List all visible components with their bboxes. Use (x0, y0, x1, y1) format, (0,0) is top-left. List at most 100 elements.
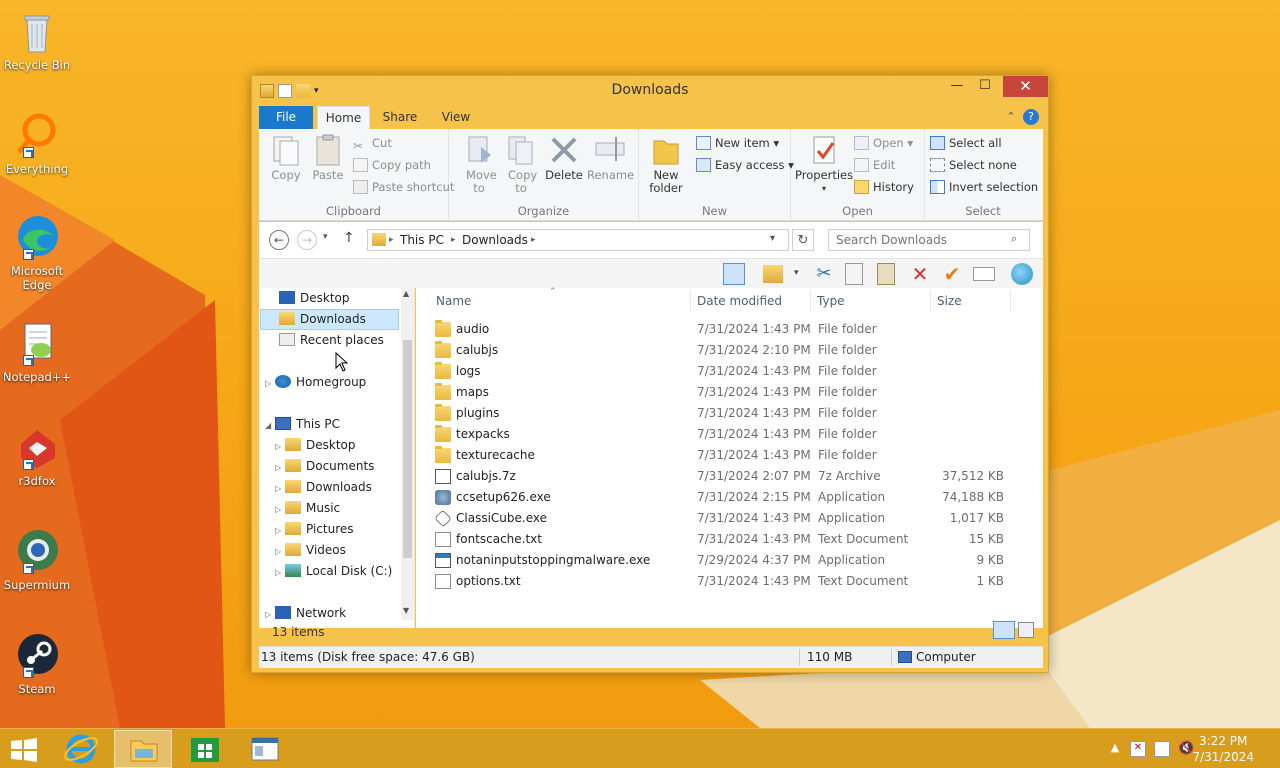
expand-arrow-icon[interactable]: ▷ (275, 437, 285, 457)
network-status-icon[interactable] (1154, 741, 1170, 757)
invert-selection-button[interactable]: Invert selection (929, 177, 1038, 197)
cut-toolbar-icon[interactable]: ✂ (813, 263, 835, 285)
expand-arrow-icon[interactable]: ▷ (275, 563, 285, 583)
start-button[interactable] (10, 738, 38, 762)
properties-button[interactable]: Properties ▾ (795, 133, 853, 195)
taskbar-app-window[interactable] (236, 730, 294, 768)
nav-scrollbar[interactable]: ▲ ▼ (401, 288, 414, 620)
breadcrumb-downloads[interactable]: Downloads (462, 233, 528, 247)
breadcrumb-separator-icon[interactable]: ▸ (451, 235, 456, 245)
desktop-icon-notepadpp[interactable]: Notepad++ (2, 320, 72, 384)
details-view-icon[interactable] (993, 621, 1015, 639)
desktop-icon-supermium[interactable]: Supermium (2, 528, 72, 592)
copy-to-button[interactable]: Copy to (503, 133, 539, 195)
move-to-button[interactable]: Move to (461, 133, 497, 195)
scroll-up-icon[interactable]: ▲ (403, 289, 409, 298)
checkmark-toolbar-icon[interactable]: ✔ (941, 263, 963, 285)
preview-pane-icon[interactable] (723, 263, 745, 285)
breadcrumb-separator-icon[interactable]: ▸ (531, 235, 536, 245)
paste-shortcut-button[interactable]: Paste shortcut (352, 177, 454, 197)
expand-arrow-icon[interactable]: ▷ (275, 542, 285, 562)
back-button[interactable]: ← (269, 230, 289, 250)
search-icon[interactable]: ⌕ (1011, 232, 1017, 246)
table-row[interactable]: options.txt 7/31/2024 1:43 PM Text Documen… (430, 571, 1030, 592)
title-bar[interactable]: ▾ Downloads — ☐ ✕ (252, 76, 1048, 105)
expand-arrow-icon[interactable]: ▷ (265, 605, 275, 625)
expand-arrow-icon[interactable]: ▷ (275, 479, 285, 499)
table-row[interactable]: audio 7/31/2024 1:43 PM File folder (430, 319, 1030, 340)
table-row[interactable]: texturecache 7/31/2024 1:43 PM File folder (430, 445, 1030, 466)
select-none-button[interactable]: Select none (929, 155, 1017, 175)
close-button[interactable]: ✕ (1003, 76, 1048, 97)
nav-item-this-pc[interactable]: ◢ This PC (265, 414, 340, 434)
nav-item-recent-places[interactable]: Recent places (279, 330, 384, 350)
help-icon[interactable]: ? (1023, 109, 1039, 125)
paste-button[interactable]: Paste (311, 133, 345, 182)
easy-access-button[interactable]: Easy access ▾ (695, 155, 794, 175)
folder-options-dropdown-icon[interactable]: ▾ (794, 268, 799, 278)
tab-file[interactable]: File (259, 106, 313, 129)
expand-arrow-icon[interactable]: ▷ (275, 500, 285, 520)
delete-button[interactable]: Delete (544, 133, 584, 182)
table-row[interactable]: logs 7/31/2024 1:43 PM File folder (430, 361, 1030, 382)
breadcrumb-this-pc[interactable]: This PC (400, 233, 444, 247)
table-row[interactable]: ClassiCube.exe 7/31/2024 1:43 PM Applicati… (430, 508, 1030, 529)
tray-overflow-icon[interactable]: ▲ (1107, 741, 1123, 757)
expand-arrow-icon[interactable]: ▷ (275, 458, 285, 478)
nav-item-downloads-quick[interactable]: Downloads (279, 309, 366, 329)
column-header-size[interactable]: Size (937, 294, 962, 308)
scroll-down-icon[interactable]: ▼ (403, 606, 409, 615)
expand-arrow-icon[interactable]: ▷ (275, 521, 285, 541)
table-row[interactable]: calubjs 7/31/2024 2:10 PM File folder (430, 340, 1030, 361)
nav-item-network[interactable]: ▷ Network (265, 603, 346, 623)
desktop-icon-recycle-bin[interactable]: Recycle Bin (2, 8, 72, 72)
nav-item-desktop-quick[interactable]: Desktop (279, 288, 350, 308)
taskbar-internet-explorer[interactable] (52, 730, 110, 768)
search-input[interactable] (828, 229, 1030, 251)
refresh-button[interactable]: ↻ (792, 229, 814, 251)
table-row[interactable]: plugins 7/31/2024 1:43 PM File folder (430, 403, 1030, 424)
nav-item-local-disk[interactable]: ▷ Local Disk (C:) (275, 561, 392, 581)
tab-view[interactable]: View (431, 106, 481, 129)
column-header-date[interactable]: Date modified (697, 294, 782, 308)
nav-item-pictures[interactable]: ▷ Pictures (275, 519, 354, 539)
desktop-icon-steam[interactable]: Steam (2, 632, 72, 696)
taskbar-clock[interactable]: 3:22 PM 7/31/2024 (1192, 733, 1254, 765)
column-header-name[interactable]: Name (436, 294, 471, 308)
taskbar-store[interactable] (176, 730, 234, 768)
collapse-arrow-icon[interactable]: ◢ (265, 416, 275, 436)
nav-item-videos[interactable]: ▷ Videos (275, 540, 346, 560)
maximize-button[interactable]: ☐ (970, 76, 1000, 97)
tab-share[interactable]: Share (375, 106, 425, 129)
folder-options-icon[interactable] (763, 265, 783, 283)
table-row[interactable]: fontscache.txt 7/31/2024 1:43 PM Text Docu… (430, 529, 1030, 550)
globe-toolbar-icon[interactable] (1011, 263, 1033, 285)
open-button[interactable]: Open ▾ (853, 133, 913, 153)
nav-item-music[interactable]: ▷ Music (275, 498, 340, 518)
delete-toolbar-icon[interactable]: ✕ (909, 263, 931, 285)
select-all-button[interactable]: Select all (929, 133, 1002, 153)
tab-home[interactable]: Home (317, 106, 370, 129)
copy-path-button[interactable]: Copy path (352, 155, 431, 175)
nav-item-desktop[interactable]: ▷ Desktop (275, 435, 356, 455)
desktop-icon-edge[interactable]: Microsoft Edge (2, 214, 72, 292)
table-row[interactable]: ccsetup626.exe 7/31/2024 2:15 PM Applicati… (430, 487, 1030, 508)
minimize-button[interactable]: — (942, 76, 972, 97)
new-folder-button[interactable]: New folder (645, 133, 687, 195)
table-row[interactable]: notaninputstoppingmalware.exe 7/29/2024 4… (430, 550, 1030, 571)
taskbar-file-explorer[interactable] (114, 730, 172, 768)
table-row[interactable]: texpacks 7/31/2024 1:43 PM File folder (430, 424, 1030, 445)
desktop-icon-r3dfox[interactable]: r3dfox (2, 424, 72, 488)
recent-locations-dropdown[interactable]: ▾ (323, 232, 328, 242)
copy-toolbar-icon[interactable] (845, 263, 863, 285)
rename-button[interactable]: Rename (587, 133, 634, 182)
desktop-icon-everything[interactable]: Everything (2, 112, 72, 176)
paste-toolbar-icon[interactable] (877, 263, 895, 285)
new-item-button[interactable]: New item ▾ (695, 133, 779, 153)
address-dropdown-icon[interactable]: ▾ (770, 233, 775, 244)
nav-scrollbar-thumb[interactable] (403, 340, 412, 558)
cut-button[interactable]: ✂ Cut (352, 133, 392, 153)
column-header-type[interactable]: Type (817, 294, 845, 308)
large-icons-view-icon[interactable] (1018, 622, 1034, 638)
table-row[interactable]: calubjs.7z 7/31/2024 2:07 PM 7z Archive 37,… (430, 466, 1030, 487)
